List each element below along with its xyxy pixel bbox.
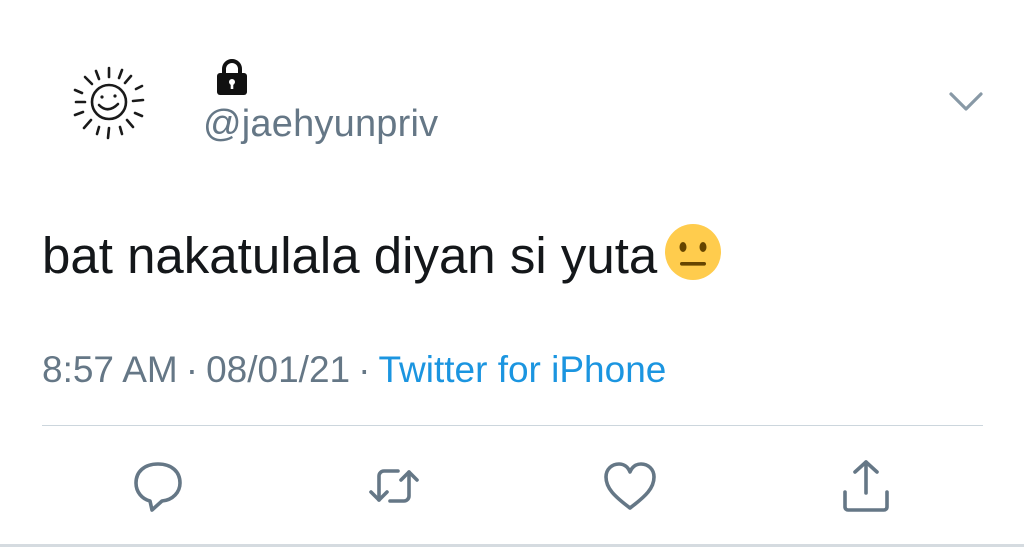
reply-icon [134,462,182,512]
share-icon [843,460,889,512]
tweet-date: 08/01/21 [206,349,351,390]
retweet-button[interactable] [364,456,424,516]
tweet-menu-button[interactable] [946,86,986,118]
reply-button[interactable] [128,456,188,516]
sun-avatar-icon [73,66,145,140]
tweet-time: 8:57 AM [42,349,178,390]
lock-icon [212,57,252,97]
chevron-down-icon [949,92,983,111]
retweet-icon [369,469,419,503]
meta-separator: · [358,349,371,390]
tweet-text-content: bat nakatulala diyan si yuta [42,227,658,284]
like-button[interactable] [600,456,660,516]
neutral-face-emoji-icon [663,222,723,282]
tweet-metadata: 8:57 AM · 08/01/21 · Twitter for iPhone [42,347,666,393]
meta-separator: · [185,349,199,390]
heart-icon [604,462,656,510]
avatar[interactable] [66,62,150,146]
share-button[interactable] [836,456,896,516]
user-handle[interactable]: @jaehyunpriv [203,101,438,147]
tweet-source-link[interactable]: Twitter for iPhone [378,349,666,390]
tweet-text: bat nakatulala diyan si yuta [42,222,723,287]
divider [42,425,983,426]
